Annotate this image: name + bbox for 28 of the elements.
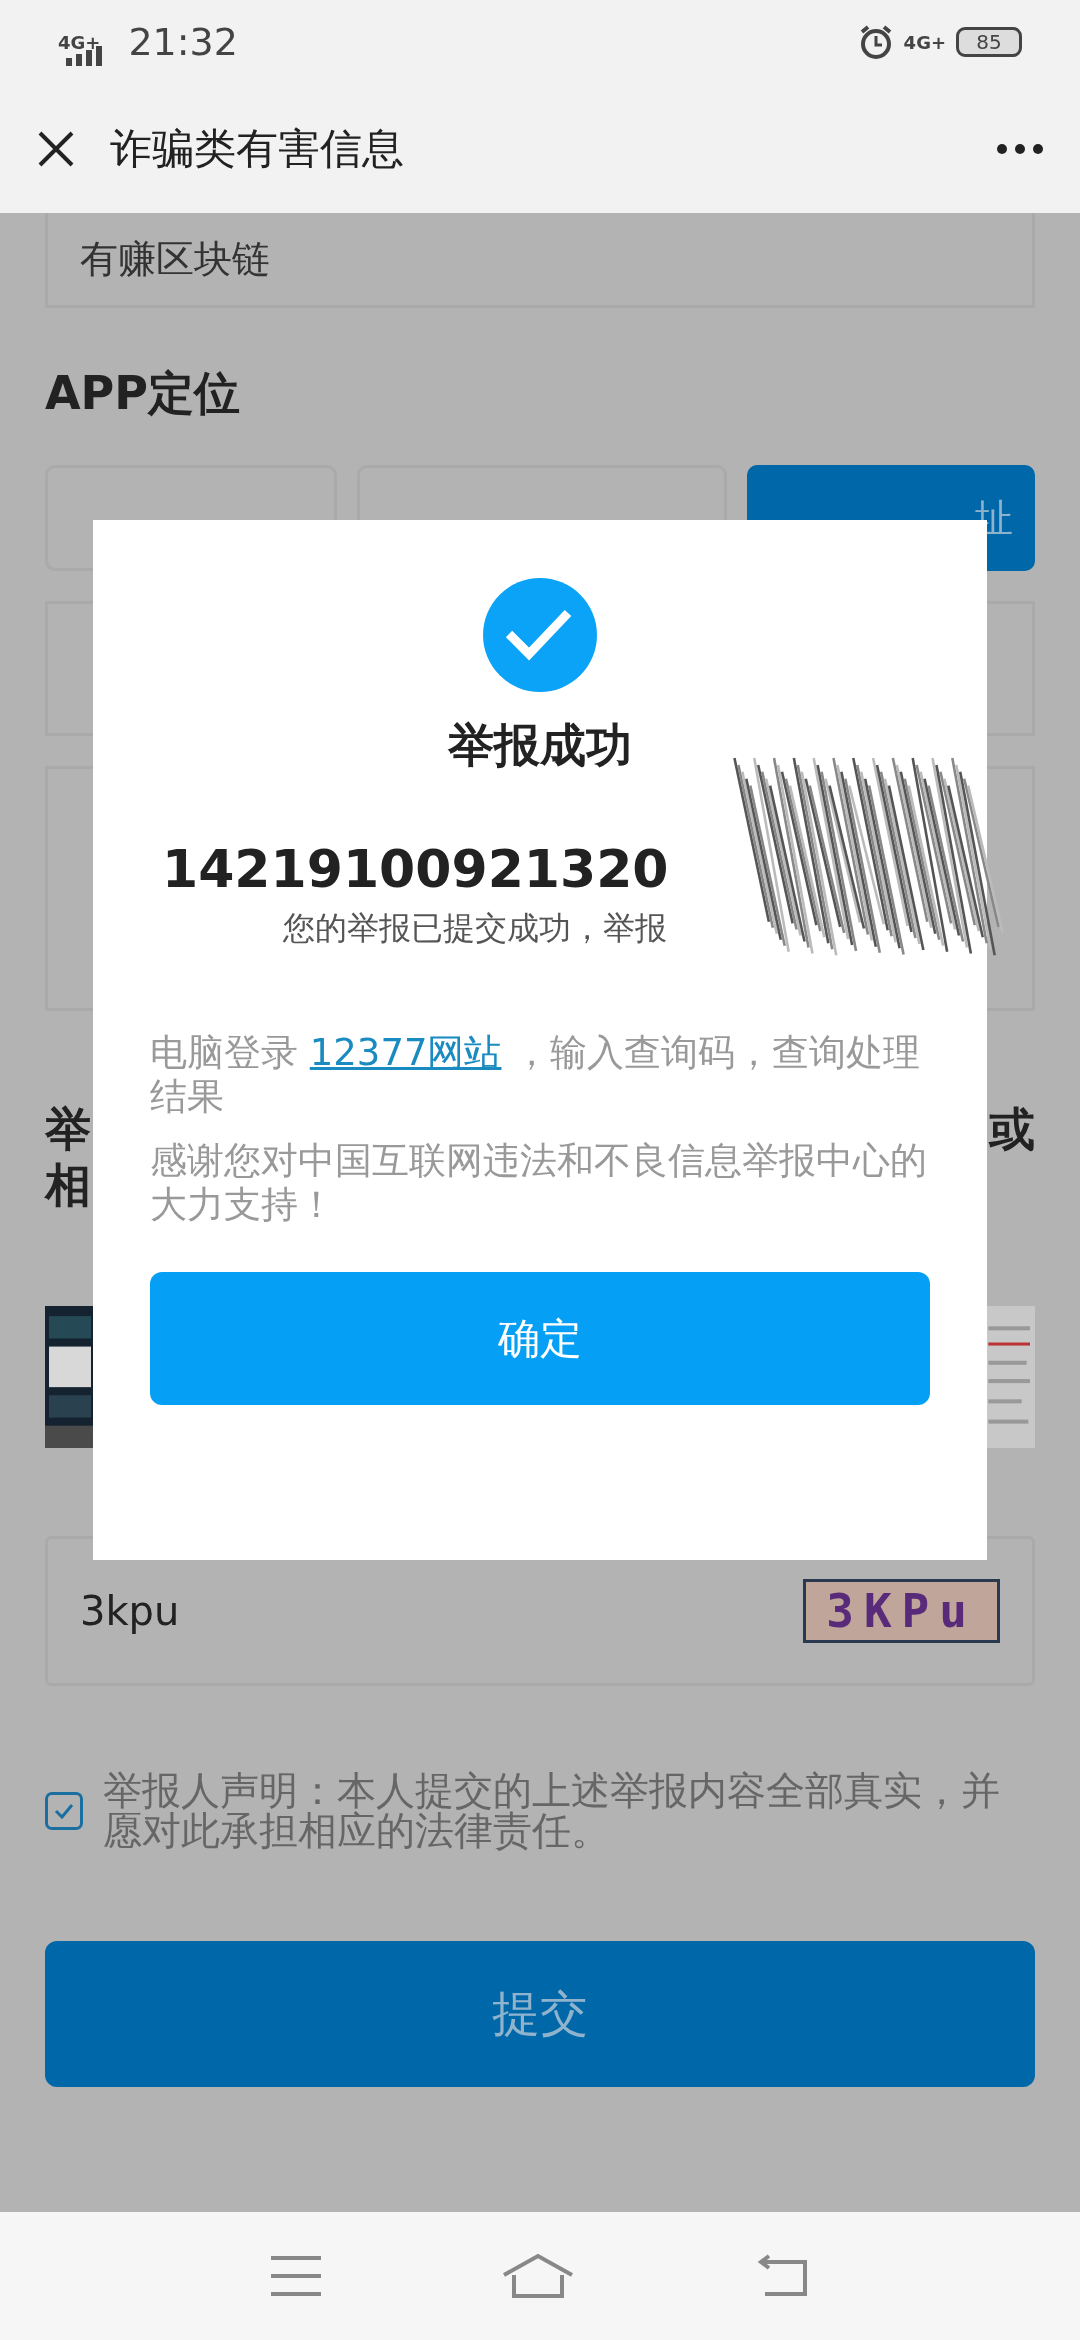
back-icon[interactable] [755, 2254, 810, 2298]
section-heading: 或 [989, 1101, 1035, 1157]
battery-indicator: 85 [956, 27, 1022, 57]
page-title: 诈骗类有害信息 [110, 122, 405, 175]
checkmark-icon [53, 1802, 75, 1820]
dialog-title: 举报成功 [448, 717, 632, 774]
section-title: APP定位 [45, 365, 242, 422]
more-icon[interactable] [996, 142, 1044, 155]
network-label: 4G+ [58, 31, 101, 53]
section-heading: 举 [45, 1101, 91, 1157]
dialog-message: 您的举报已提交成功，举报 [283, 908, 667, 949]
website-link[interactable]: 12377网站 [309, 1031, 502, 1074]
declaration-checkbox[interactable] [45, 1792, 83, 1830]
captcha-value: 3kpu [80, 1588, 180, 1634]
section-heading: 相 [45, 1157, 91, 1213]
confirm-button[interactable]: 确定 [150, 1272, 930, 1405]
captcha-image[interactable]: 3KPu [803, 1579, 1000, 1643]
network-label: 4G+ [903, 31, 946, 53]
query-hint: 电脑登录 12377网站 ，输入查询码，查询处理结果 [150, 1031, 922, 1119]
report-code: 14219100921320 [162, 839, 669, 899]
clock-time: 21:32 [128, 20, 238, 64]
submit-button[interactable]: 提交 [45, 1941, 1035, 2087]
check-circle-icon [482, 577, 598, 693]
thanks-text: 感谢您对中国互联网违法和不良信息举报中心的大力支持！ [150, 1139, 928, 1227]
declaration-text: 举报人声明：本人提交的上述举报内容全部真实，并愿对此承担相应的法律责任。 [103, 1771, 1001, 1851]
app-name-field[interactable]: 有赚区块链 [45, 213, 1035, 308]
home-icon[interactable] [502, 2253, 574, 2299]
menu-icon[interactable] [270, 2255, 321, 2297]
